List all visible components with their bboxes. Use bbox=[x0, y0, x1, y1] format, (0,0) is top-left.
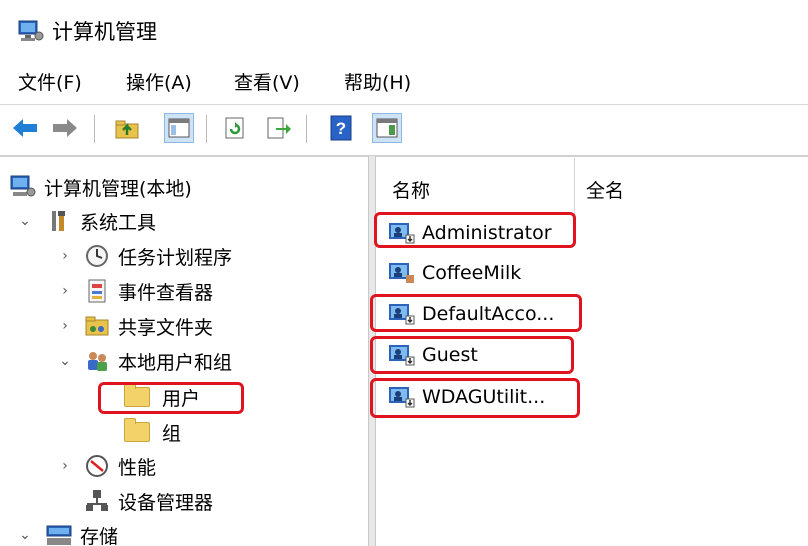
refresh-icon[interactable] bbox=[220, 113, 250, 143]
export-list-icon[interactable] bbox=[264, 113, 294, 143]
console-tree: 计算机管理(本地) ⌄ 系统工具 › 任务计划程序 › 事件查看器 › 共享文件… bbox=[0, 156, 368, 546]
tree-label-system-tools: 系统工具 bbox=[80, 211, 157, 234]
tree-label-local-users-groups: 本地用户和组 bbox=[118, 351, 233, 374]
user-icon bbox=[388, 261, 416, 285]
tree-item-event-viewer[interactable]: › 事件查看器 bbox=[0, 274, 213, 308]
highlight-box bbox=[374, 212, 576, 248]
list-item-user[interactable]: CoffeeMilk bbox=[388, 256, 521, 290]
tree-label-performance: 性能 bbox=[118, 456, 157, 479]
svg-text:?: ? bbox=[336, 119, 346, 138]
computer-management-icon bbox=[10, 175, 36, 199]
tree-item-system-tools[interactable]: ⌄ 系统工具 bbox=[12, 204, 156, 238]
tree-label-groups: 组 bbox=[162, 422, 182, 445]
forward-icon[interactable] bbox=[50, 113, 80, 143]
window-title: 计算机管理 bbox=[52, 20, 157, 44]
storage-icon bbox=[46, 523, 72, 546]
tree-label-root: 计算机管理(本地) bbox=[44, 177, 192, 200]
tree-label-event-viewer: 事件查看器 bbox=[118, 281, 214, 304]
tree-label-device-manager: 设备管理器 bbox=[118, 491, 214, 514]
console-icon[interactable] bbox=[372, 113, 402, 143]
up-folder-icon[interactable] bbox=[112, 113, 142, 143]
event-viewer-icon bbox=[84, 279, 110, 303]
clock-icon bbox=[84, 244, 110, 268]
toolbar-separator bbox=[206, 115, 207, 143]
highlight-box bbox=[370, 378, 580, 418]
user-name: CoffeeMilk bbox=[422, 262, 522, 284]
tree-item-groups[interactable]: 组 bbox=[0, 415, 181, 449]
chevron-down-icon[interactable]: ⌄ bbox=[18, 527, 32, 543]
menu-view[interactable]: 查看(V) bbox=[234, 68, 300, 95]
shared-folder-icon bbox=[84, 314, 110, 338]
computer-management-icon bbox=[18, 20, 44, 42]
highlight-box bbox=[370, 294, 582, 332]
toolbar-separator bbox=[94, 115, 95, 143]
tree-item-local-users-groups[interactable]: ⌄ 本地用户和组 bbox=[0, 344, 232, 378]
column-header-name[interactable]: 名称 bbox=[392, 176, 430, 203]
highlight-box bbox=[370, 336, 574, 374]
chevron-right-icon[interactable]: › bbox=[58, 458, 72, 474]
device-manager-icon bbox=[84, 489, 110, 513]
tree-label-storage: 存储 bbox=[80, 525, 119, 546]
help-icon[interactable]: ? bbox=[326, 113, 356, 143]
column-header-fullname[interactable]: 全名 bbox=[586, 176, 624, 203]
toolbar-separator bbox=[306, 115, 307, 143]
menu-help[interactable]: 帮助(H) bbox=[344, 68, 411, 95]
highlight-box bbox=[98, 382, 244, 414]
tree-label-shared-folders: 共享文件夹 bbox=[118, 316, 214, 339]
back-icon[interactable] bbox=[10, 113, 40, 143]
folder-icon bbox=[124, 418, 150, 442]
column-divider[interactable] bbox=[574, 158, 575, 214]
menu-file[interactable]: 文件(F) bbox=[18, 68, 82, 95]
menu-bar: 文件(F) 操作(A) 查看(V) 帮助(H) bbox=[0, 62, 808, 102]
tools-icon bbox=[46, 209, 72, 233]
tree-item-root[interactable]: 计算机管理(本地) bbox=[10, 170, 192, 204]
users-group-icon bbox=[84, 349, 110, 373]
title-bar: 计算机管理 bbox=[0, 0, 808, 60]
chevron-right-icon[interactable]: › bbox=[58, 318, 72, 334]
toolbar: ? bbox=[0, 104, 808, 157]
show-hide-tree-icon[interactable] bbox=[164, 113, 194, 143]
menu-action[interactable]: 操作(A) bbox=[126, 68, 192, 95]
chevron-right-icon[interactable]: › bbox=[58, 248, 72, 264]
tree-item-device-manager[interactable]: 设备管理器 bbox=[0, 484, 213, 518]
tree-item-task-scheduler[interactable]: › 任务计划程序 bbox=[0, 239, 232, 273]
tree-item-storage[interactable]: ⌄ 存储 bbox=[12, 518, 118, 546]
tree-label-task-scheduler: 任务计划程序 bbox=[118, 246, 233, 269]
tree-item-shared-folders[interactable]: › 共享文件夹 bbox=[0, 309, 213, 343]
chevron-down-icon[interactable]: ⌄ bbox=[18, 213, 32, 229]
tree-item-performance[interactable]: › 性能 bbox=[0, 449, 156, 483]
chevron-right-icon[interactable]: › bbox=[58, 283, 72, 299]
performance-icon bbox=[84, 454, 110, 478]
chevron-down-icon[interactable]: ⌄ bbox=[58, 353, 72, 369]
